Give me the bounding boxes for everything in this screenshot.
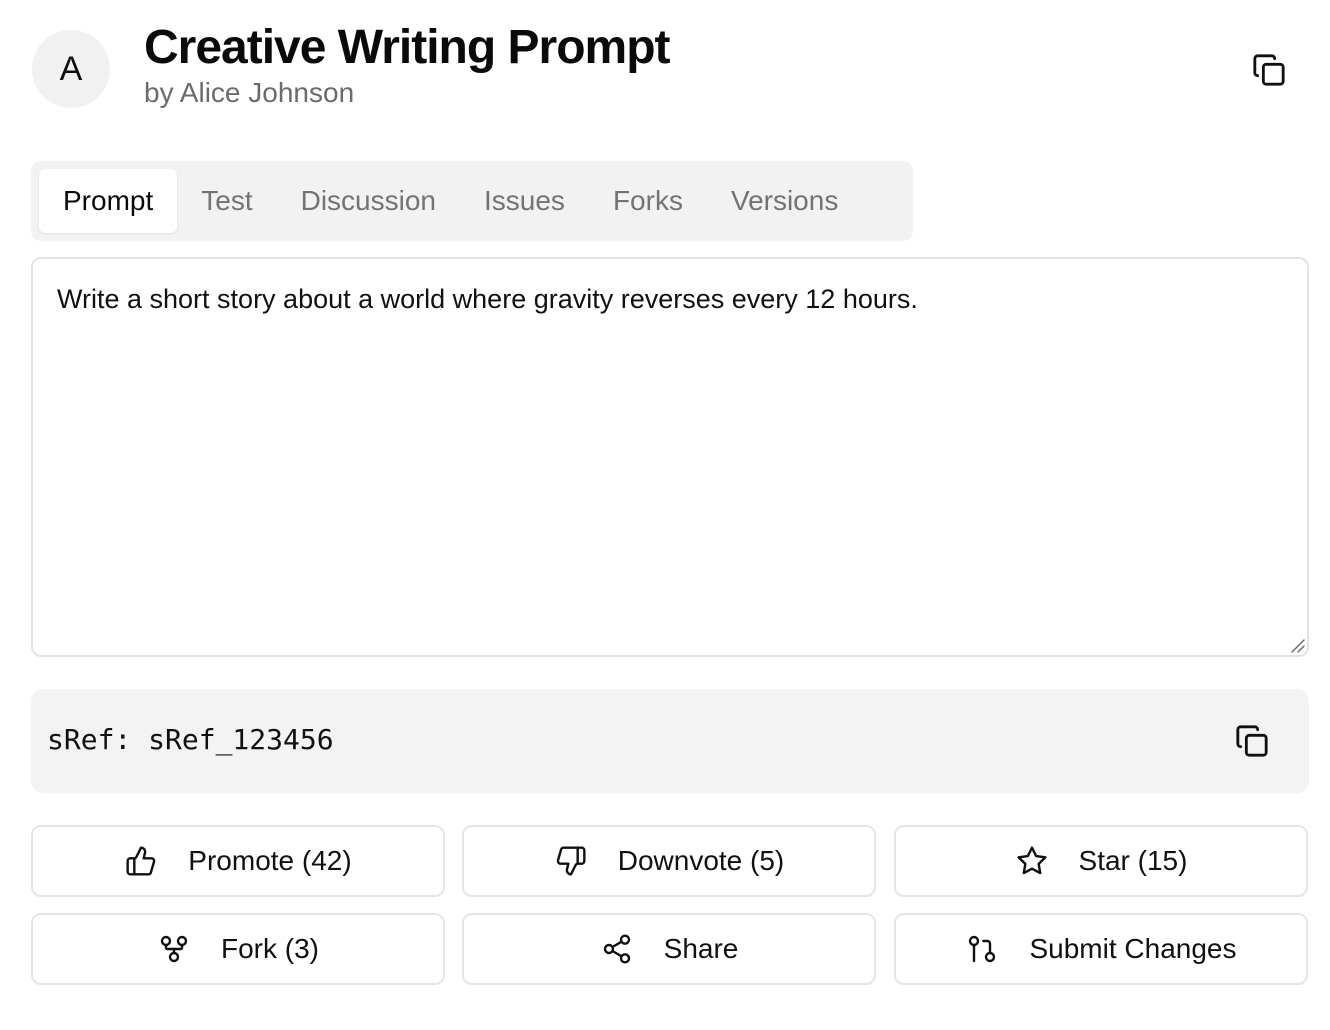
- sref-value: sRef: sRef_123456: [47, 723, 334, 756]
- author-byline: by Alice Johnson: [144, 77, 355, 108]
- tab-issues[interactable]: Issues: [460, 169, 589, 233]
- prompt-textarea[interactable]: Write a short story about a world where …: [31, 257, 1309, 657]
- share-icon: [600, 932, 634, 966]
- copy-prompt-button[interactable]: [1247, 48, 1291, 92]
- git-pull-request-icon: [965, 932, 999, 966]
- tab-test[interactable]: Test: [177, 169, 276, 233]
- tab-versions[interactable]: Versions: [707, 169, 862, 233]
- submit-changes-button[interactable]: Submit Changes: [894, 913, 1308, 985]
- fork-label: Fork (3): [221, 933, 319, 964]
- page-title: Creative Writing Prompt: [144, 21, 671, 74]
- copy-sref-button[interactable]: [1230, 719, 1274, 763]
- submit-changes-label: Submit Changes: [1029, 933, 1237, 964]
- avatar-initial: A: [59, 49, 83, 88]
- star-label: Star (15): [1078, 845, 1188, 876]
- resize-handle-icon[interactable]: [1288, 636, 1306, 654]
- thumbs-down-icon: [554, 844, 588, 878]
- promote-button[interactable]: Promote (42): [31, 825, 445, 897]
- tab-bar: Prompt Test Discussion Issues Forks Vers…: [31, 161, 913, 241]
- avatar: A: [32, 30, 110, 108]
- promote-label: Promote (42): [188, 845, 352, 876]
- share-button[interactable]: Share: [462, 913, 876, 985]
- sref-panel: sRef: sRef_123456: [31, 689, 1309, 793]
- star-icon: [1015, 844, 1049, 878]
- tab-forks[interactable]: Forks: [589, 169, 707, 233]
- downvote-label: Downvote (5): [617, 845, 785, 876]
- star-button[interactable]: Star (15): [894, 825, 1308, 897]
- copy-icon: [1253, 54, 1285, 86]
- copy-icon: [1236, 725, 1268, 757]
- thumbs-up-icon: [124, 844, 158, 878]
- fork-button[interactable]: Fork (3): [31, 913, 445, 985]
- share-label: Share: [663, 933, 739, 964]
- tab-discussion[interactable]: Discussion: [277, 169, 460, 233]
- git-fork-icon: [157, 932, 191, 966]
- downvote-button[interactable]: Downvote (5): [462, 825, 876, 897]
- tab-prompt[interactable]: Prompt: [39, 169, 178, 233]
